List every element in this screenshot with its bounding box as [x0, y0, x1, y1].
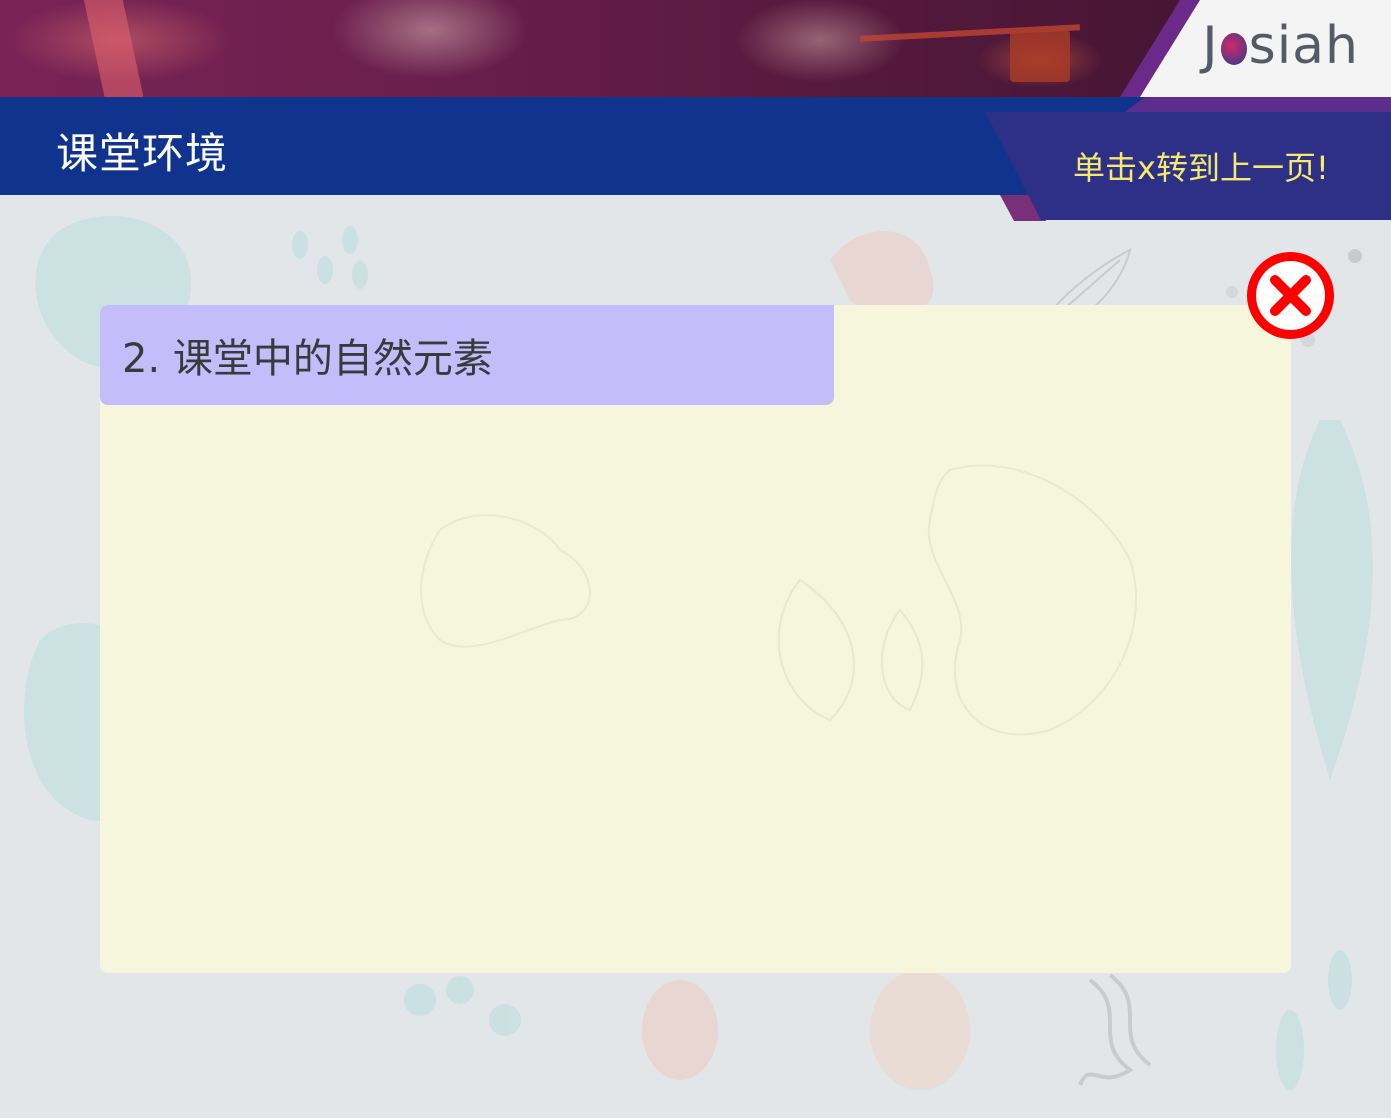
banner-photo-detail — [1010, 30, 1070, 82]
logo-mark-icon — [1220, 33, 1247, 65]
close-button[interactable] — [1247, 252, 1334, 339]
logo-text-start: J — [1202, 16, 1219, 76]
josiah-logo: Jsiah — [1202, 16, 1359, 76]
section-title: 2. 课堂中的自然元素 — [122, 336, 493, 382]
back-hint-text: 单击x转到上一页! — [1073, 149, 1329, 187]
close-icon — [1270, 275, 1311, 316]
logo-text-end: siah — [1248, 16, 1359, 76]
banner-photo-detail — [82, 0, 146, 97]
hint-banner-accent — [1125, 97, 1391, 112]
content-card — [100, 305, 1291, 973]
page-title: 课堂环境 — [56, 129, 229, 178]
